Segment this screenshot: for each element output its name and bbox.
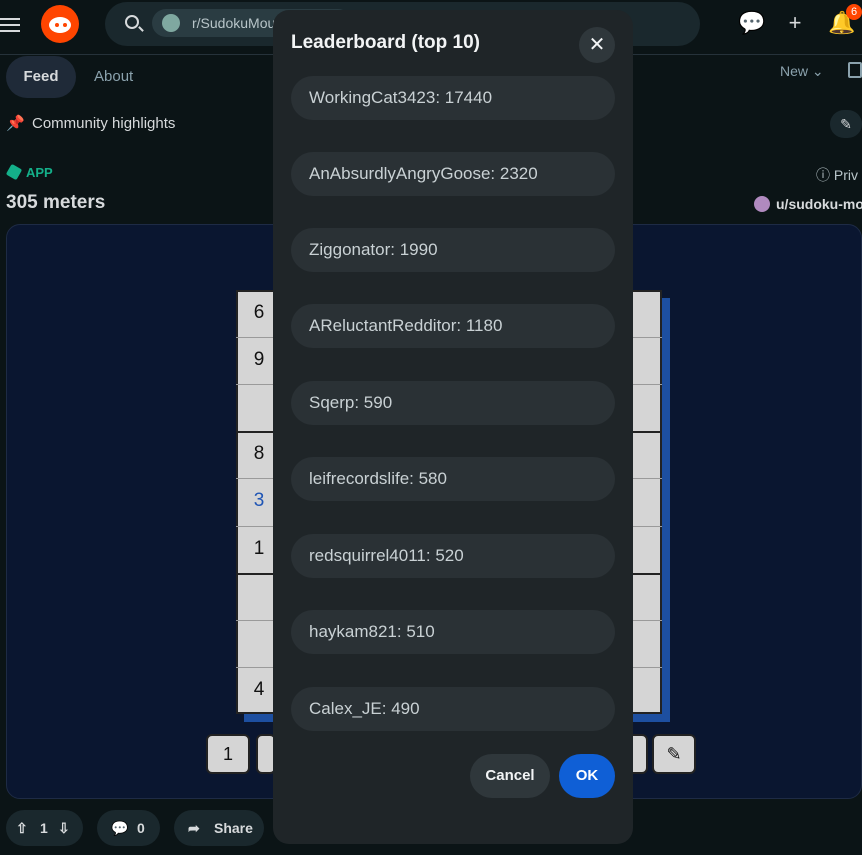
- cancel-button[interactable]: Cancel: [470, 754, 550, 798]
- vote-bar: ⇧ 1 ⇩: [6, 810, 83, 846]
- info-icon: ⓘ: [816, 167, 830, 183]
- menu-icon[interactable]: [0, 14, 22, 36]
- view-layout-icon[interactable]: [848, 62, 862, 78]
- share-icon: ➦: [188, 820, 200, 836]
- pin-icon: 📌: [6, 115, 25, 132]
- notification-badge: 6: [846, 4, 862, 20]
- highlights-label: Community highlights: [32, 115, 176, 132]
- comments-button[interactable]: 💬 0: [97, 810, 160, 846]
- share-label: Share: [214, 820, 253, 836]
- sort-label: New: [780, 63, 809, 79]
- share-button[interactable]: ➦ Share: [174, 810, 264, 846]
- tab-feed[interactable]: Feed: [6, 56, 76, 98]
- privacy-label: Priv: [833, 167, 859, 183]
- search-icon: [125, 15, 139, 29]
- community-highlights[interactable]: 📌 Community highlights: [6, 114, 175, 132]
- subreddit-avatar: [162, 14, 180, 32]
- reddit-logo[interactable]: [41, 5, 79, 43]
- pencil-mode-button[interactable]: ✎: [652, 734, 696, 774]
- comment-count: 0: [137, 820, 145, 836]
- leaderboard-entry: Ziggonator: 1990: [291, 228, 615, 272]
- post-title: 305 meters: [6, 192, 106, 213]
- chat-icon[interactable]: 💬: [738, 11, 765, 35]
- sort-dropdown[interactable]: New ⌄: [780, 63, 824, 80]
- close-icon: ✕: [588, 34, 606, 56]
- leaderboard-entry: haykam821: 510: [291, 610, 615, 654]
- tab-about[interactable]: About: [94, 56, 133, 98]
- comment-icon: 💬: [111, 820, 129, 836]
- post-author[interactable]: u/sudoku-mou: [754, 196, 862, 212]
- chevron-down-icon: ⌄: [811, 63, 824, 79]
- pencil-icon: ✎: [666, 744, 682, 764]
- leaderboard-dialog: Leaderboard (top 10) ✕ WorkingCat3423: 1…: [273, 10, 633, 844]
- leaderboard-entry: Calex_JE: 490: [291, 687, 615, 731]
- app-tag-label: APP: [26, 165, 53, 180]
- app-tag: APP: [5, 163, 53, 181]
- leaderboard-entry: AnAbsurdlyAngryGoose: 2320: [291, 152, 615, 196]
- keypad-button-1[interactable]: 1: [206, 734, 250, 774]
- author-avatar: [754, 196, 770, 212]
- upvote-icon[interactable]: ⇧: [16, 810, 28, 846]
- leaderboard-entry: redsquirrel4011: 520: [291, 534, 615, 578]
- leaderboard-entry: leifrecordslife: 580: [291, 457, 615, 501]
- app-icon: [5, 163, 23, 181]
- author-name: u/sudoku-mou: [776, 196, 862, 212]
- leaderboard-entry: Sqerp: 590: [291, 381, 615, 425]
- create-icon[interactable]: +: [783, 11, 807, 35]
- dialog-title: Leaderboard (top 10): [291, 32, 480, 53]
- privacy-info[interactable]: ⓘ Priv: [816, 165, 858, 185]
- leaderboard-entry: AReluctantRedditor: 1180: [291, 304, 615, 348]
- subreddit-chip-label: r/SudokuMou: [192, 15, 276, 31]
- pencil-icon: ✎: [840, 116, 852, 132]
- leaderboard-entry: WorkingCat3423: 17440: [291, 76, 615, 120]
- edit-highlights-button[interactable]: ✎: [830, 110, 862, 138]
- downvote-icon[interactable]: ⇩: [58, 810, 70, 846]
- ok-button[interactable]: OK: [559, 754, 615, 798]
- close-button[interactable]: ✕: [579, 27, 615, 63]
- vote-count: 1: [40, 820, 48, 836]
